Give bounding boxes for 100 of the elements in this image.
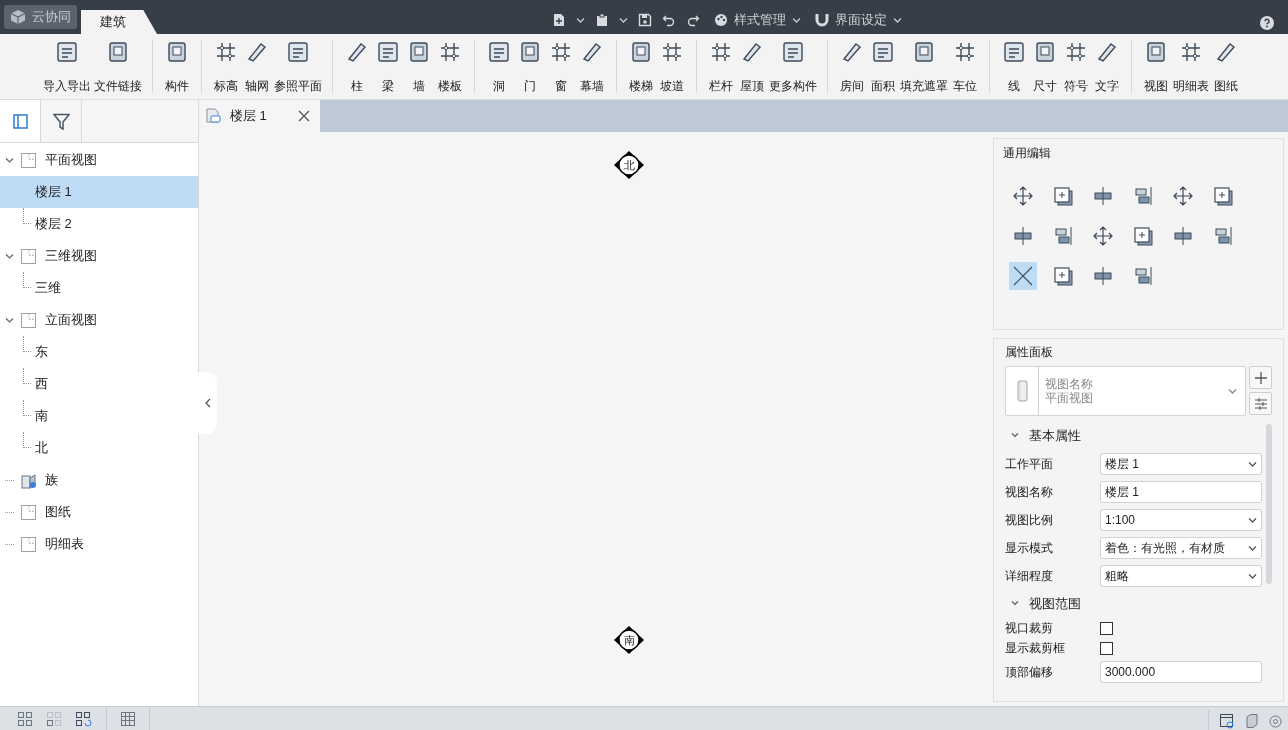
edit-tool-icon — [1092, 185, 1114, 207]
tree-item[interactable]: 明细表 — [0, 528, 198, 560]
cube-icon[interactable] — [1245, 713, 1259, 729]
ribbon-button[interactable]: 幕墙 — [577, 40, 607, 93]
grid-icon[interactable] — [46, 710, 62, 727]
checkbox[interactable] — [1100, 621, 1113, 635]
ribbon-button[interactable]: 屋顶 — [737, 40, 767, 93]
settings-button[interactable] — [1249, 392, 1272, 415]
grid-icon[interactable] — [75, 710, 93, 727]
chevron-down-icon[interactable] — [5, 315, 14, 325]
input-field[interactable]: 楼层 1 — [1100, 481, 1262, 503]
ribbon-button[interactable]: 图纸 — [1211, 40, 1241, 93]
chevron-down-icon[interactable] — [5, 155, 14, 165]
edit-tool-button[interactable] — [1009, 262, 1037, 290]
ribbon-button[interactable]: 窗 — [546, 40, 576, 93]
tool-icon — [487, 40, 511, 64]
document-tab[interactable]: 楼层 1 — [199, 100, 320, 132]
menu-button[interactable]: 界面设定 — [815, 10, 902, 30]
new-file-icon[interactable] — [552, 12, 566, 27]
tree-item[interactable]: 西 — [0, 368, 198, 400]
ribbon-button[interactable]: 填充遮罩 — [899, 40, 949, 93]
ribbon-button[interactable]: 文字 — [1092, 40, 1122, 93]
section-header[interactable]: 视图范围 — [1005, 590, 1264, 618]
ribbon-button[interactable]: 导入导出 — [42, 40, 92, 93]
select-field[interactable]: 着色：有光照，有材质 — [1100, 537, 1262, 559]
checkbox[interactable] — [1100, 641, 1113, 655]
select-field[interactable]: 1:100 — [1100, 509, 1262, 531]
window-icon[interactable] — [1219, 713, 1235, 729]
section-header[interactable]: 基本属性 — [1005, 422, 1264, 450]
cloud-button[interactable]: 云协同 — [4, 5, 77, 29]
tool-icon — [740, 40, 764, 64]
ribbon-button[interactable]: 参照平面 — [273, 40, 323, 93]
type-selector[interactable]: 视图名称 平面视图 — [1005, 366, 1246, 416]
tree-item[interactable]: 东 — [0, 336, 198, 368]
family-icon — [20, 471, 37, 489]
ribbon-button[interactable]: 楼梯 — [626, 40, 656, 93]
ribbon-button[interactable]: 栏杆 — [706, 40, 736, 93]
menu-button[interactable]: 样式管理 — [714, 10, 801, 30]
table-icon[interactable] — [120, 710, 136, 727]
ribbon-button[interactable]: 洞 — [484, 40, 514, 93]
clipboard-icon[interactable] — [595, 12, 609, 27]
ribbon-tab[interactable]: 建筑 — [81, 10, 157, 34]
ribbon-button[interactable]: 梁 — [373, 40, 403, 93]
tool-icon — [286, 40, 310, 64]
select-field[interactable]: 粗略 — [1100, 565, 1262, 587]
tree-item[interactable]: 楼层 1 — [0, 176, 198, 208]
tool-icon — [912, 40, 936, 64]
elevation-marker-icon — [612, 625, 646, 655]
chevron-down-icon[interactable] — [5, 251, 14, 261]
tree-item[interactable]: 图纸 — [0, 496, 198, 528]
ribbon-button[interactable]: 标高 — [211, 40, 241, 93]
help-icon[interactable] — [1260, 16, 1274, 30]
ribbon-button[interactable]: 符号 — [1061, 40, 1091, 93]
tree-item[interactable]: 族 — [0, 464, 198, 496]
tree-item[interactable]: 北 — [0, 432, 198, 464]
ribbon-button[interactable]: 尺寸 — [1030, 40, 1060, 93]
ribbon-button[interactable]: 轴网 — [242, 40, 272, 93]
chevron-down-icon — [576, 16, 585, 23]
input-field[interactable]: 3000.000 — [1100, 661, 1262, 683]
edit-tool-icon — [1012, 265, 1034, 287]
close-icon[interactable] — [298, 110, 310, 122]
tool-icon — [1144, 40, 1168, 64]
chevron-left-icon — [204, 398, 211, 408]
chevron-down-icon — [1248, 517, 1257, 523]
marker-label: 南 — [623, 634, 635, 646]
ribbon-button[interactable]: 面积 — [868, 40, 898, 93]
edit-tool-icon — [1052, 225, 1074, 247]
save-icon[interactable] — [638, 12, 652, 27]
tree-item[interactable]: 平面视图 — [0, 144, 198, 176]
edit-tool-icon — [1012, 185, 1034, 207]
ribbon-button[interactable]: 构件 — [162, 40, 192, 93]
document-icon — [205, 108, 221, 124]
ribbon-button[interactable]: 坡道 — [657, 40, 687, 93]
ribbon-button[interactable]: 线 — [999, 40, 1029, 93]
tool-icon — [1064, 40, 1088, 64]
grid-icon[interactable] — [17, 710, 33, 727]
panel-tab[interactable] — [0, 100, 41, 142]
select-field[interactable]: 楼层 1 — [1100, 453, 1262, 475]
ribbon-button[interactable]: 墙 — [404, 40, 434, 93]
chevron-down-icon — [1011, 600, 1019, 608]
ribbon-button[interactable]: 文件链接 — [93, 40, 143, 93]
tree-item[interactable]: 三维视图 — [0, 240, 198, 272]
ribbon-button[interactable]: 视图 — [1141, 40, 1171, 93]
tree-item[interactable]: 南 — [0, 400, 198, 432]
ribbon-button[interactable]: 车位 — [950, 40, 980, 93]
plus-icon — [1254, 371, 1267, 384]
edit-tool-icon — [1092, 265, 1114, 287]
ribbon-button[interactable]: 门 — [515, 40, 545, 93]
chevron-down-icon — [1248, 545, 1257, 551]
add-button[interactable] — [1249, 366, 1272, 389]
ribbon-button[interactable]: 明细表 — [1172, 40, 1210, 93]
edit-tool-icon — [1212, 185, 1234, 207]
ribbon-button[interactable]: 楼板 — [435, 40, 465, 93]
tree-item[interactable]: 立面视图 — [0, 304, 198, 336]
tool-icon — [55, 40, 79, 64]
tree-item[interactable]: 楼层 2 — [0, 208, 198, 240]
ribbon-button[interactable]: 房间 — [837, 40, 867, 93]
ribbon-button[interactable]: 柱 — [342, 40, 372, 93]
tree-item[interactable]: 三维 — [0, 272, 198, 304]
ribbon-button[interactable]: 更多构件 — [768, 40, 818, 93]
